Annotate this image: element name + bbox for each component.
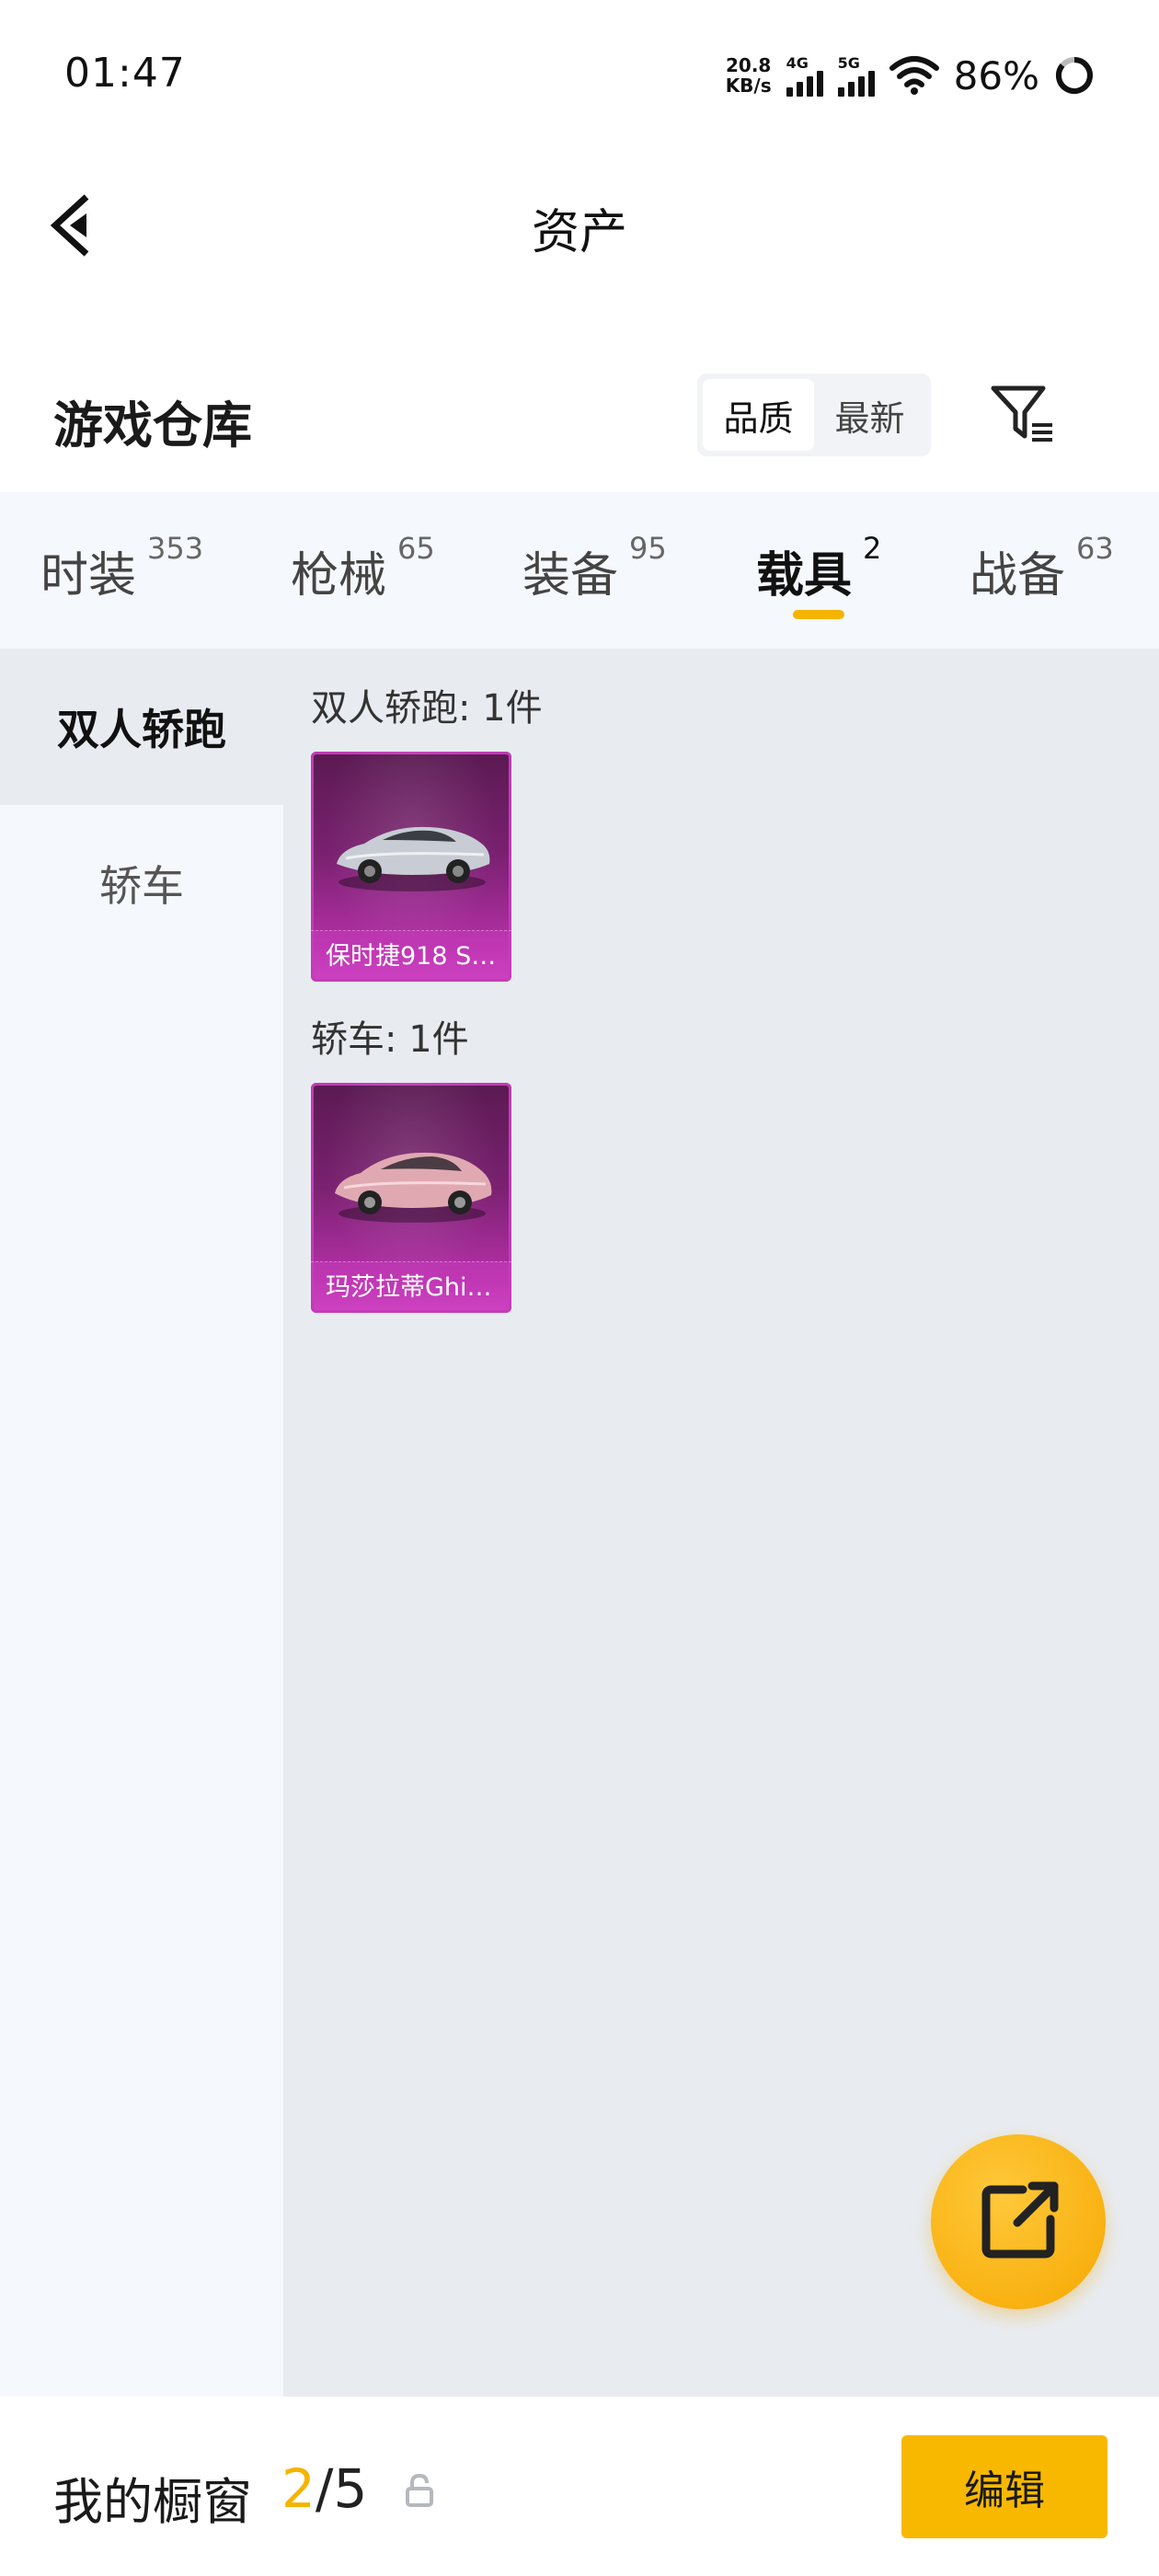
share-icon bbox=[981, 2181, 1059, 2259]
nav-header: 资产 bbox=[0, 147, 1159, 304]
tab-combat-supplies[interactable]: 战备 63 bbox=[970, 531, 1114, 605]
tab-count: 65 bbox=[397, 531, 435, 566]
item-card-maserati[interactable]: 玛莎拉蒂Ghi… bbox=[311, 1083, 511, 1313]
showcase-total: 5 bbox=[333, 2457, 368, 2520]
sub-category-sidebar: 双人轿跑 轿车 bbox=[0, 649, 283, 2397]
pink-sedan-image bbox=[335, 1152, 492, 1223]
tab-fashion[interactable]: 时装 353 bbox=[40, 531, 203, 605]
network-speed-value: 20.8 bbox=[725, 54, 772, 76]
category-tabs: 时装 353 枪械 65 装备 95 载具 2 战备 63 bbox=[0, 492, 1159, 649]
network-speed: 20.8 KB/s bbox=[726, 55, 772, 96]
showcase-current: 2 bbox=[281, 2457, 316, 2520]
sort-option-newest[interactable]: 最新 bbox=[814, 379, 925, 451]
sort-option-quality[interactable]: 品质 bbox=[703, 379, 814, 451]
wifi-icon bbox=[889, 56, 939, 95]
sort-toggle: 品质 最新 bbox=[697, 374, 931, 456]
item-card-porsche[interactable]: 保时捷918 S… bbox=[311, 752, 511, 982]
tab-guns[interactable]: 枪械 65 bbox=[291, 531, 435, 605]
edit-button[interactable]: 编辑 bbox=[901, 2435, 1107, 2538]
tab-vehicles[interactable]: 载具 2 bbox=[756, 531, 881, 605]
tab-label: 战备 bbox=[970, 548, 1066, 604]
page-title: 资产 bbox=[531, 205, 627, 260]
warehouse-header: 游戏仓库 品质 最新 bbox=[0, 350, 1159, 478]
sidebar-item-sedan[interactable]: 轿车 bbox=[0, 805, 283, 961]
signal-5g-icon: 5G bbox=[837, 54, 875, 97]
signal-4g-icon: 4G bbox=[786, 54, 823, 97]
item-card-name: 玛莎拉蒂Ghi… bbox=[311, 1261, 511, 1313]
filter-icon[interactable] bbox=[986, 379, 1060, 453]
showcase-count: 2/5 bbox=[281, 2457, 367, 2520]
status-time: 01:47 bbox=[64, 50, 186, 97]
signal-4g-label: 4G bbox=[786, 54, 809, 72]
showcase-title: 我的橱窗 bbox=[53, 2473, 252, 2531]
sidebar-item-label: 轿车 bbox=[99, 861, 184, 911]
showcase-separator: / bbox=[315, 2457, 334, 2520]
item-card-name: 保时捷918 S… bbox=[311, 930, 511, 982]
battery-percent: 86% bbox=[953, 52, 1039, 98]
silver-sports-car-image bbox=[337, 826, 490, 891]
tab-count: 2 bbox=[863, 531, 882, 566]
tab-label: 枪械 bbox=[291, 548, 387, 604]
tab-label: 装备 bbox=[522, 548, 619, 604]
signal-5g-label: 5G bbox=[837, 54, 860, 72]
sidebar-item-label: 双人轿跑 bbox=[57, 705, 226, 754]
tab-count: 95 bbox=[629, 531, 667, 566]
tab-count: 63 bbox=[1076, 531, 1114, 566]
tab-label: 载具 bbox=[756, 548, 853, 604]
assets-page: 01:47 20.8 KB/s 4G 5G 86% 资产 游戏仓库 品质 最新 … bbox=[0, 0, 1159, 2576]
share-button[interactable] bbox=[931, 2134, 1106, 2309]
tab-label: 时装 bbox=[40, 548, 137, 604]
network-speed-unit: KB/s bbox=[725, 75, 772, 97]
status-bar: 01:47 20.8 KB/s 4G 5G 86% bbox=[0, 0, 1159, 147]
group-title-coupe: 双人轿跑: 1件 bbox=[311, 687, 543, 730]
status-icons: 20.8 KB/s 4G 5G 86% bbox=[726, 48, 1095, 103]
showcase-bar: 我的橱窗 2/5 编辑 bbox=[0, 2397, 1159, 2576]
warehouse-title: 游戏仓库 bbox=[53, 397, 252, 454]
sidebar-item-coupe[interactable]: 双人轿跑 bbox=[0, 649, 283, 805]
lock-icon bbox=[406, 2473, 433, 2507]
active-tab-indicator bbox=[793, 610, 844, 619]
tab-count: 353 bbox=[147, 531, 204, 566]
group-title-sedan: 轿车: 1件 bbox=[311, 1018, 469, 1061]
tab-equipment[interactable]: 装备 95 bbox=[522, 531, 667, 605]
battery-ring-icon bbox=[1056, 57, 1093, 94]
